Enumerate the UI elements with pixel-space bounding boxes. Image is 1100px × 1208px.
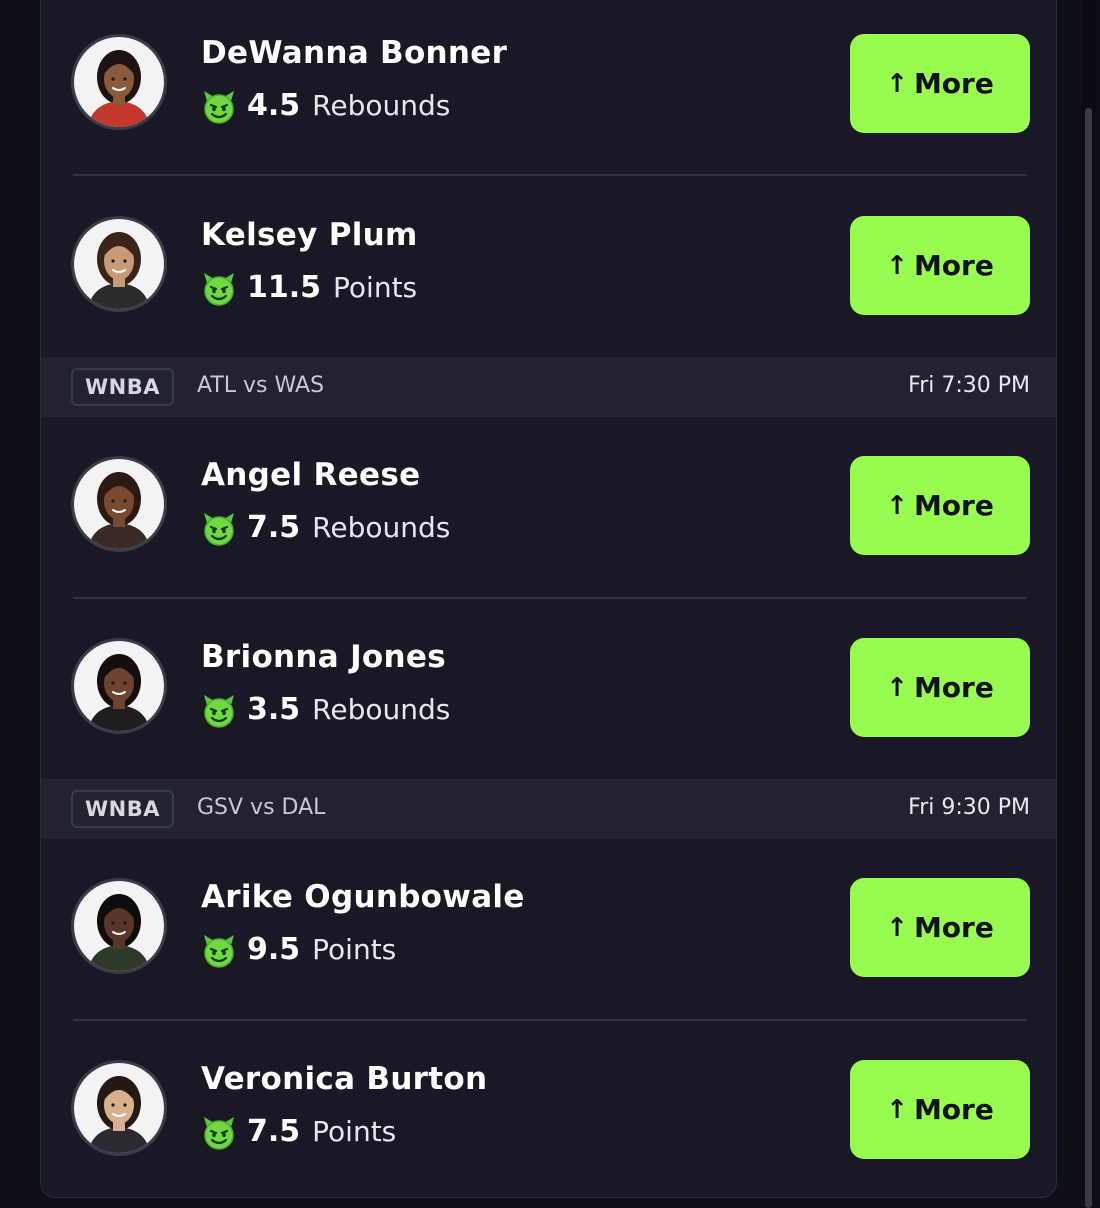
stat-type: Rebounds <box>312 88 451 122</box>
arrow-up-icon: ↑ <box>886 68 908 99</box>
row-divider <box>73 174 1027 176</box>
player-avatar <box>71 34 167 130</box>
game-header: WNBA GSV vs DAL Fri 9:30 PM <box>41 779 1056 839</box>
player-name: Brionna Jones <box>201 639 446 675</box>
stat-type: Points <box>312 1114 397 1148</box>
more-button[interactable]: ↑ More <box>850 34 1030 133</box>
devil-icon <box>201 933 237 969</box>
projection-line: 11.5 Points <box>201 267 417 307</box>
projection-value: 4.5 <box>247 87 301 123</box>
row-divider <box>73 597 1027 599</box>
game-time: Fri 7:30 PM <box>908 373 1030 398</box>
projection-value: 7.5 <box>247 1113 301 1149</box>
league-badge: WNBA <box>71 368 174 406</box>
projection-line: 7.5 Rebounds <box>201 507 450 547</box>
projection-value: 3.5 <box>247 691 301 727</box>
game-matchup: GSV vs DAL <box>197 795 326 820</box>
more-button-label: More <box>913 67 994 100</box>
game-time: Fri 9:30 PM <box>908 795 1030 820</box>
arrow-up-icon: ↑ <box>886 912 908 943</box>
player-name: Arike Ogunbowale <box>201 879 525 915</box>
player-name: Angel Reese <box>201 457 421 493</box>
stat-type: Points <box>312 932 397 966</box>
arrow-up-icon: ↑ <box>886 1094 908 1125</box>
more-button-label: More <box>913 1093 994 1126</box>
player-row[interactable]: Veronica Burton 7.5 Points ↑ More <box>41 1027 1056 1197</box>
player-row[interactable]: Arike Ogunbowale 9.5 Points ↑ More <box>41 845 1056 1027</box>
projection-line: 7.5 Points <box>201 1111 396 1151</box>
more-button-label: More <box>913 671 994 704</box>
player-name: Veronica Burton <box>201 1061 488 1097</box>
player-row[interactable]: Brionna Jones 3.5 Rebounds ↑ More <box>41 605 1056 787</box>
devil-icon <box>201 1115 237 1151</box>
player-avatar <box>71 216 167 312</box>
stat-type: Rebounds <box>312 510 451 544</box>
player-avatar <box>71 638 167 734</box>
league-badge: WNBA <box>71 790 174 828</box>
more-button-label: More <box>913 911 994 944</box>
projection-line: 9.5 Points <box>201 929 396 969</box>
projection-value: 9.5 <box>247 931 301 967</box>
more-button[interactable]: ↑ More <box>850 456 1030 555</box>
devil-icon <box>201 271 237 307</box>
player-row[interactable]: Angel Reese 7.5 Rebounds ↑ More <box>41 423 1056 605</box>
player-name: Kelsey Plum <box>201 217 418 253</box>
projection-list-panel: DeWanna Bonner 4.5 Rebounds ↑ More Kelse… <box>40 0 1057 1198</box>
player-avatar <box>71 456 167 552</box>
arrow-up-icon: ↑ <box>886 250 908 281</box>
row-divider <box>73 1019 1027 1021</box>
projection-value: 7.5 <box>247 509 301 545</box>
player-name: DeWanna Bonner <box>201 35 508 71</box>
more-button[interactable]: ↑ More <box>850 1060 1030 1159</box>
scrollbar-thumb[interactable] <box>1085 108 1092 1208</box>
arrow-up-icon: ↑ <box>886 490 908 521</box>
projection-value: 11.5 <box>247 269 322 305</box>
more-button[interactable]: ↑ More <box>850 878 1030 977</box>
devil-icon <box>201 693 237 729</box>
game-header: WNBA ATL vs WAS Fri 7:30 PM <box>41 357 1056 417</box>
projection-line: 4.5 Rebounds <box>201 85 450 125</box>
player-row[interactable]: DeWanna Bonner 4.5 Rebounds ↑ More <box>41 1 1056 183</box>
game-matchup: ATL vs WAS <box>197 373 325 398</box>
more-button[interactable]: ↑ More <box>850 638 1030 737</box>
more-button-label: More <box>913 489 994 522</box>
stat-type: Points <box>333 270 418 304</box>
devil-icon <box>201 511 237 547</box>
projection-line: 3.5 Rebounds <box>201 689 450 729</box>
player-row[interactable]: Kelsey Plum 11.5 Points ↑ More <box>41 183 1056 365</box>
player-avatar <box>71 1060 167 1156</box>
devil-icon <box>201 89 237 125</box>
arrow-up-icon: ↑ <box>886 672 908 703</box>
stat-type: Rebounds <box>312 692 451 726</box>
player-avatar <box>71 878 167 974</box>
more-button-label: More <box>913 249 994 282</box>
more-button[interactable]: ↑ More <box>850 216 1030 315</box>
